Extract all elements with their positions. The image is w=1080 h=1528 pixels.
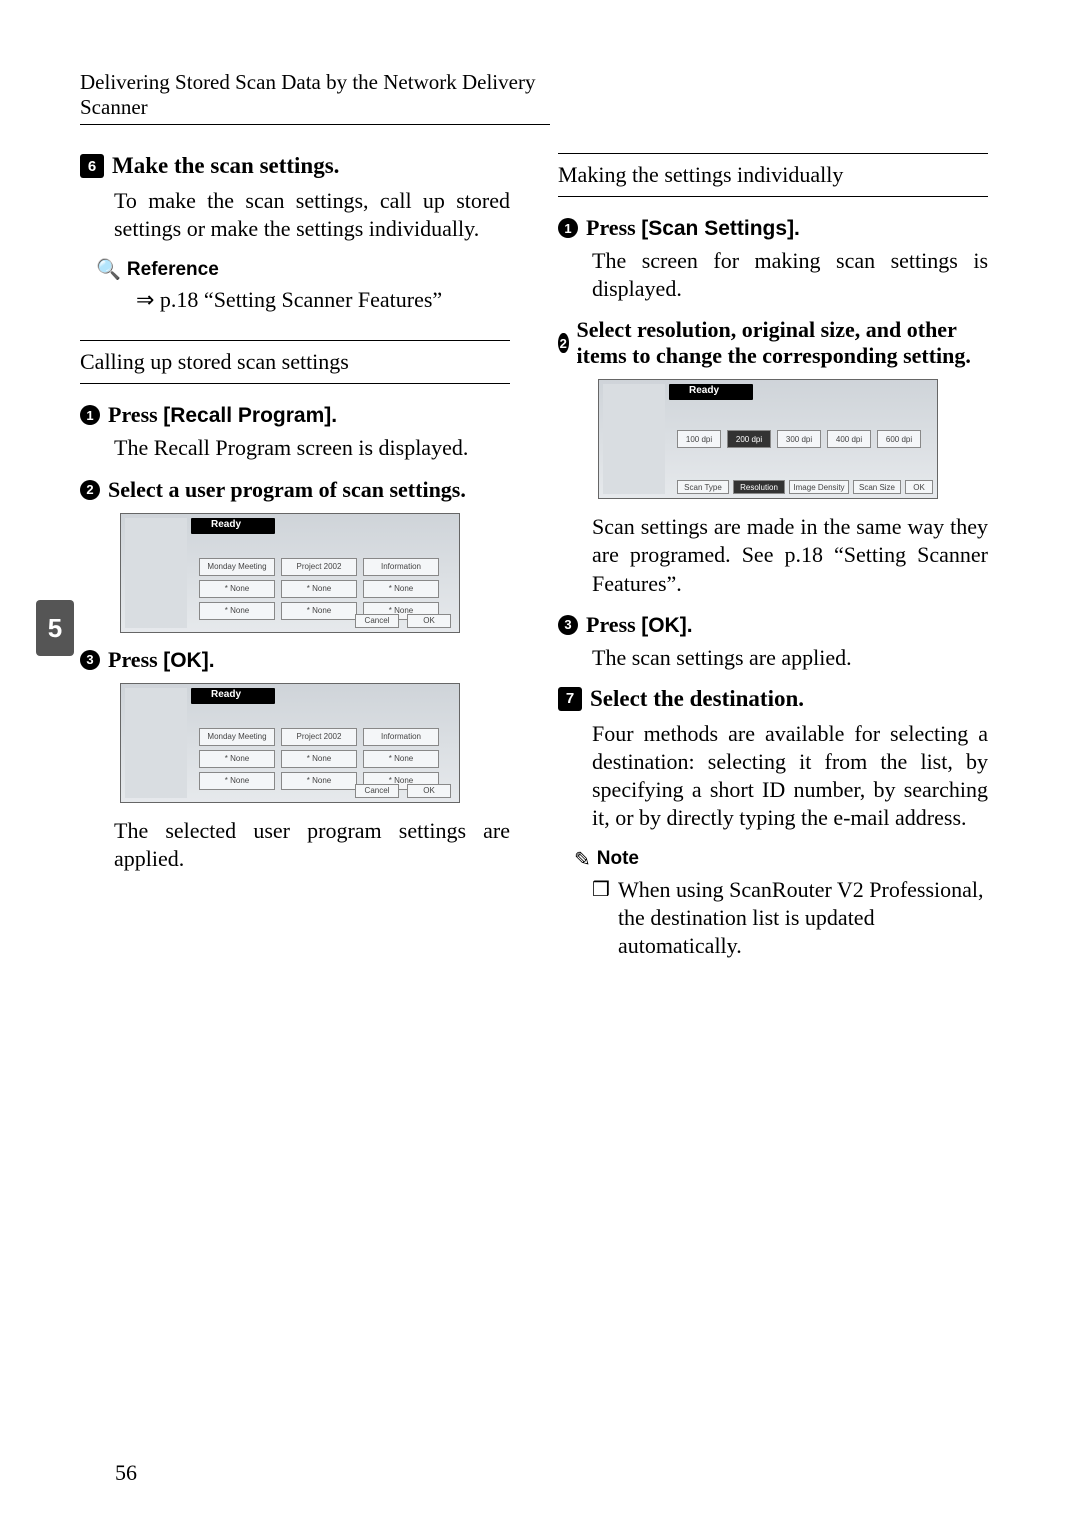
recall-item[interactable]: * None [199,772,275,790]
reference-label: Reference [127,259,219,281]
r-sub-2-title: Select resolution, original size, and ot… [577,317,988,369]
cancel-button[interactable]: Cancel [355,614,399,628]
note-icon: ✎ [574,847,591,872]
sub-1-body: The Recall Program screen is displayed. [114,434,510,462]
subheading-left: Calling up stored scan settings [80,340,510,384]
reference-icon: 🔍 [96,257,121,282]
scan-tab[interactable]: Image Density [789,480,849,494]
scan-tab[interactable]: Resolution [733,480,785,494]
recall-program-screenshot-2: Monday Meeting Project 2002 Information … [120,683,460,803]
recall-item[interactable]: * None [281,602,357,620]
r-sub-3-title-bold: [OK]. [641,614,692,637]
cancel-button[interactable]: Cancel [355,784,399,798]
recall-item[interactable]: * None [281,580,357,598]
sub-1-badge: 1 [80,405,100,425]
recall-item[interactable]: * None [281,772,357,790]
step-7-badge: 7 [558,687,582,711]
dpi-option[interactable]: 600 dpi [877,430,921,448]
dpi-option[interactable]: 300 dpi [777,430,821,448]
sub-3-title-bold: [OK]. [163,649,214,672]
recall-program-screenshot-1: Monday Meeting Project 2002 Information … [120,513,460,633]
r-sub-1-title-bold: [Scan Settings]. [641,217,800,240]
dpi-option[interactable]: 100 dpi [677,430,721,448]
r-sub-3-body: The scan settings are applied. [592,644,988,672]
r-sub-1-badge: 1 [558,218,578,238]
right-column: Making the settings individually 1 Press… [558,153,988,960]
chapter-tab: 5 [36,600,74,656]
left-column: 6 Make the scan settings. To make the sc… [80,153,510,960]
sub-1-title-bold: [Recall Program]. [163,404,337,427]
sub-3-title-pre: Press [108,647,163,672]
step-6-badge: 6 [80,154,104,178]
dpi-option[interactable]: 400 dpi [827,430,871,448]
scan-settings-screenshot: 100 dpi 200 dpi 300 dpi 400 dpi 600 dpi … [598,379,938,499]
recall-item[interactable]: Project 2002 [281,558,357,576]
r-sub-1-title-pre: Press [586,215,641,240]
r-sub-1-body: The screen for making scan settings is d… [592,247,988,303]
subheading-right: Making the settings individually [558,153,988,197]
sub-3-body: The selected user program settings are a… [114,817,510,873]
step-6-title: Make the scan settings. [112,153,339,179]
step-7-body: Four methods are available for selecting… [592,720,988,833]
recall-item[interactable]: * None [199,602,275,620]
scan-tab[interactable]: Scan Size [853,480,901,494]
section-header: Delivering Stored Scan Data by the Netwo… [80,70,550,125]
scan-tab[interactable]: Scan Type [677,480,729,494]
recall-item[interactable]: * None [199,580,275,598]
ok-button[interactable]: OK [407,614,451,628]
recall-item[interactable]: Information [363,728,439,746]
recall-item[interactable]: * None [281,750,357,768]
note-body: When using ScanRouter V2 Professional, t… [618,876,988,960]
r-sub-2-body: Scan settings are made in the same way t… [592,513,988,597]
recall-item[interactable]: Monday Meeting [199,728,275,746]
ok-button[interactable]: OK [905,480,933,494]
recall-item[interactable]: Monday Meeting [199,558,275,576]
r-sub-2-badge: 2 [558,333,569,353]
dpi-option[interactable]: 200 dpi [727,430,771,448]
note-label: Note [597,848,639,870]
step-7-title: Select the destination. [590,686,804,712]
sub-3-badge: 3 [80,650,100,670]
sub-2-title: Select a user program of scan settings. [108,477,466,503]
recall-item[interactable]: * None [199,750,275,768]
sub-2-badge: 2 [80,480,100,500]
ok-button[interactable]: OK [407,784,451,798]
step-6-body: To make the scan settings, call up store… [114,187,510,243]
recall-item[interactable]: Information [363,558,439,576]
page-number: 56 [115,1460,137,1486]
reference-body: ⇒ p.18 “Setting Scanner Features” [136,286,510,314]
bullet-icon: ❒ [592,876,610,960]
recall-item[interactable]: * None [363,750,439,768]
recall-item[interactable]: Project 2002 [281,728,357,746]
recall-item[interactable]: * None [363,580,439,598]
sub-1-title-pre: Press [108,402,163,427]
r-sub-3-title-pre: Press [586,612,641,637]
r-sub-3-badge: 3 [558,615,578,635]
